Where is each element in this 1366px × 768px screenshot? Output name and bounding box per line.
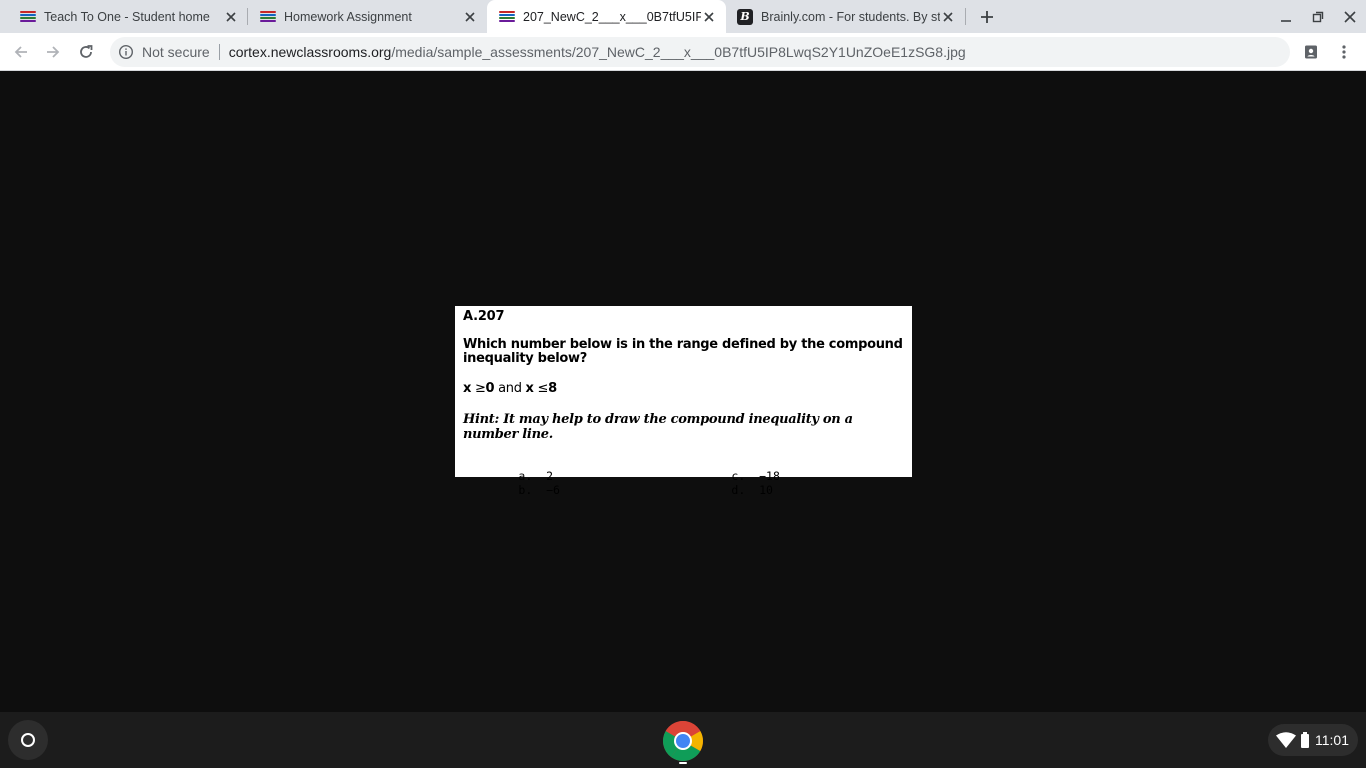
profile-button[interactable] — [1299, 40, 1323, 64]
question-text: Which number below is in the range defin… — [463, 337, 903, 366]
reload-icon — [80, 45, 93, 58]
answer-choice-b: b. −6 — [463, 469, 560, 511]
inequality-conjunction: and — [498, 381, 522, 396]
clock-time: 11:01 — [1315, 732, 1349, 748]
inequality-var: x — [463, 381, 472, 396]
browser-toolbar: Not secure cortex.newclassrooms.org/medi… — [0, 33, 1366, 71]
url-path: /media/sample_assessments/207_NewC_2___x… — [391, 44, 966, 60]
close-icon[interactable] — [940, 9, 956, 25]
address-bar[interactable]: Not secure cortex.newclassrooms.org/medi… — [110, 37, 1290, 67]
assessment-image[interactable]: A.207 Which number below is in the range… — [455, 306, 912, 497]
inequality-op: ≥ — [474, 381, 486, 396]
inequality-var: x — [525, 381, 534, 396]
tab-strip: Teach To One - Student home Homework Ass… — [0, 0, 1366, 33]
inequality-value: 0 — [485, 381, 495, 396]
close-icon[interactable] — [462, 9, 478, 25]
tab-teach-to-one[interactable]: Teach To One - Student home — [0, 0, 248, 33]
minimize-icon — [1281, 20, 1291, 22]
tab-separator — [965, 8, 966, 25]
system-shelf: 11:01 — [0, 712, 1366, 768]
question-hint: Hint: It may help to draw the compound i… — [463, 412, 853, 442]
battery-icon — [1301, 732, 1309, 748]
menu-button[interactable] — [1332, 40, 1356, 64]
chrome-app-button[interactable] — [662, 720, 704, 762]
launcher-button[interactable] — [8, 720, 48, 760]
image-viewer: A.207 Which number below is in the range… — [0, 71, 1366, 712]
tab-title: 207_NewC_2___x___0B7tfU5IP8L — [523, 9, 701, 24]
close-icon — [1344, 11, 1356, 23]
close-icon[interactable] — [223, 9, 239, 25]
tab-title: Homework Assignment — [284, 9, 412, 24]
tab-title: Brainly.com - For students. By st — [761, 9, 940, 24]
arrow-left-icon — [14, 46, 27, 58]
answer-choices: a. 2 b. −6 c. −18 d. 10 — [463, 455, 904, 497]
choice-value: 10 — [759, 483, 773, 497]
omnibox-divider — [218, 44, 220, 60]
new-tab-button[interactable] — [976, 6, 998, 28]
plus-icon — [981, 11, 993, 23]
teach-to-one-icon — [20, 9, 36, 25]
reload-button[interactable] — [74, 40, 98, 64]
forward-button[interactable] — [41, 40, 65, 64]
minimize-button[interactable] — [1275, 6, 1297, 28]
wifi-icon — [1276, 732, 1296, 748]
question-id: A.207 — [463, 309, 505, 324]
arrow-right-icon — [47, 46, 60, 58]
url-host: cortex.newclassrooms.org — [228, 44, 392, 60]
choice-letter: b. — [518, 483, 533, 497]
brainly-icon: B — [737, 8, 753, 25]
choice-letter: d. — [731, 483, 746, 497]
security-status: Not secure — [142, 44, 210, 60]
tab-title: Teach To One - Student home — [44, 9, 210, 24]
tab-current-image[interactable]: 207_NewC_2___x___0B7tfU5IP8L — [487, 0, 726, 33]
status-area[interactable]: 11:01 — [1268, 724, 1358, 756]
teach-to-one-icon — [260, 9, 276, 25]
inequality-op: ≤ — [537, 381, 549, 396]
choice-value: −6 — [546, 483, 560, 497]
answer-choice-d: d. 10 — [676, 469, 773, 511]
inequality-value: 8 — [548, 381, 557, 396]
chrome-icon — [663, 721, 703, 761]
app-running-indicator — [679, 762, 687, 764]
restore-button[interactable] — [1307, 6, 1329, 28]
info-icon[interactable] — [118, 44, 134, 60]
tab-brainly[interactable]: B Brainly.com - For students. By st — [726, 0, 965, 33]
close-icon[interactable] — [701, 9, 717, 25]
close-window-button[interactable] — [1339, 6, 1361, 28]
badge-icon — [1305, 45, 1317, 59]
tab-homework-assignment[interactable]: Homework Assignment — [248, 0, 487, 33]
teach-to-one-icon — [499, 9, 515, 25]
kebab-menu-icon — [1342, 45, 1346, 59]
back-button[interactable] — [9, 40, 33, 64]
compound-inequality: x ≥0 and x ≤8 — [463, 381, 904, 396]
launcher-circle-icon — [21, 733, 35, 747]
restore-icon — [1312, 11, 1324, 23]
